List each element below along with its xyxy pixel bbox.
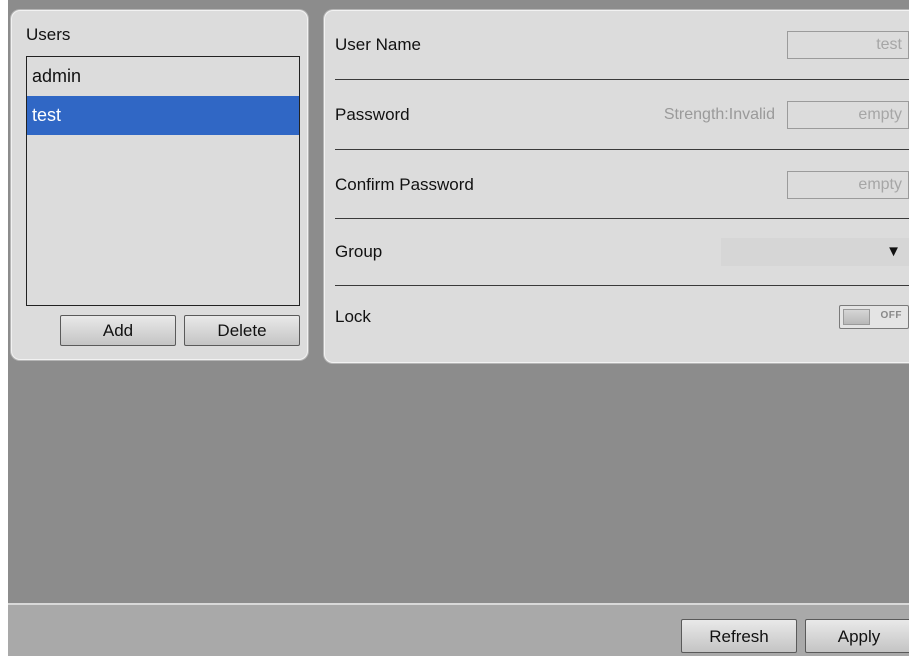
bottom-action-bar: Refresh Apply xyxy=(8,603,909,656)
group-label: Group xyxy=(335,242,383,261)
divider xyxy=(335,149,909,150)
user-details-panel: User Name test Password Strength:Invalid… xyxy=(324,10,909,363)
list-item-admin[interactable]: admin xyxy=(27,57,299,96)
confirm-password-row: Confirm Password empty xyxy=(335,151,909,219)
group-select[interactable]: ▼ xyxy=(721,238,909,266)
user-management-window: Users admin test Add Delete User Name te… xyxy=(8,0,909,656)
user-name-field[interactable]: test xyxy=(787,31,909,59)
confirm-password-label: Confirm Password xyxy=(335,175,474,194)
user-name-row: User Name test xyxy=(335,11,909,79)
group-row: Group ▼ xyxy=(335,218,909,286)
apply-button[interactable]: Apply xyxy=(805,619,909,653)
confirm-password-field[interactable]: empty xyxy=(787,171,909,199)
delete-user-button[interactable]: Delete xyxy=(184,315,300,346)
password-label: Password xyxy=(335,105,410,124)
toggle-knob xyxy=(843,309,870,325)
add-user-button[interactable]: Add xyxy=(60,315,176,346)
password-field[interactable]: empty xyxy=(787,101,909,129)
password-strength-indicator: Strength:Invalid xyxy=(663,106,775,123)
lock-toggle[interactable]: OFF xyxy=(839,305,909,329)
user-name-label: User Name xyxy=(335,35,421,54)
user-list[interactable]: admin test xyxy=(26,56,300,306)
lock-label: Lock xyxy=(335,307,371,326)
list-item-test[interactable]: test xyxy=(27,96,299,135)
refresh-button[interactable]: Refresh xyxy=(681,619,797,653)
toggle-state-label: OFF xyxy=(880,310,902,321)
password-row: Password Strength:Invalid empty xyxy=(335,81,909,149)
divider xyxy=(335,79,909,80)
lock-row: Lock OFF xyxy=(335,287,909,355)
triangle-down-icon: ▼ xyxy=(886,243,901,260)
divider xyxy=(335,285,909,286)
users-panel-title: Users xyxy=(26,25,71,44)
users-panel: Users admin test Add Delete xyxy=(11,10,308,360)
